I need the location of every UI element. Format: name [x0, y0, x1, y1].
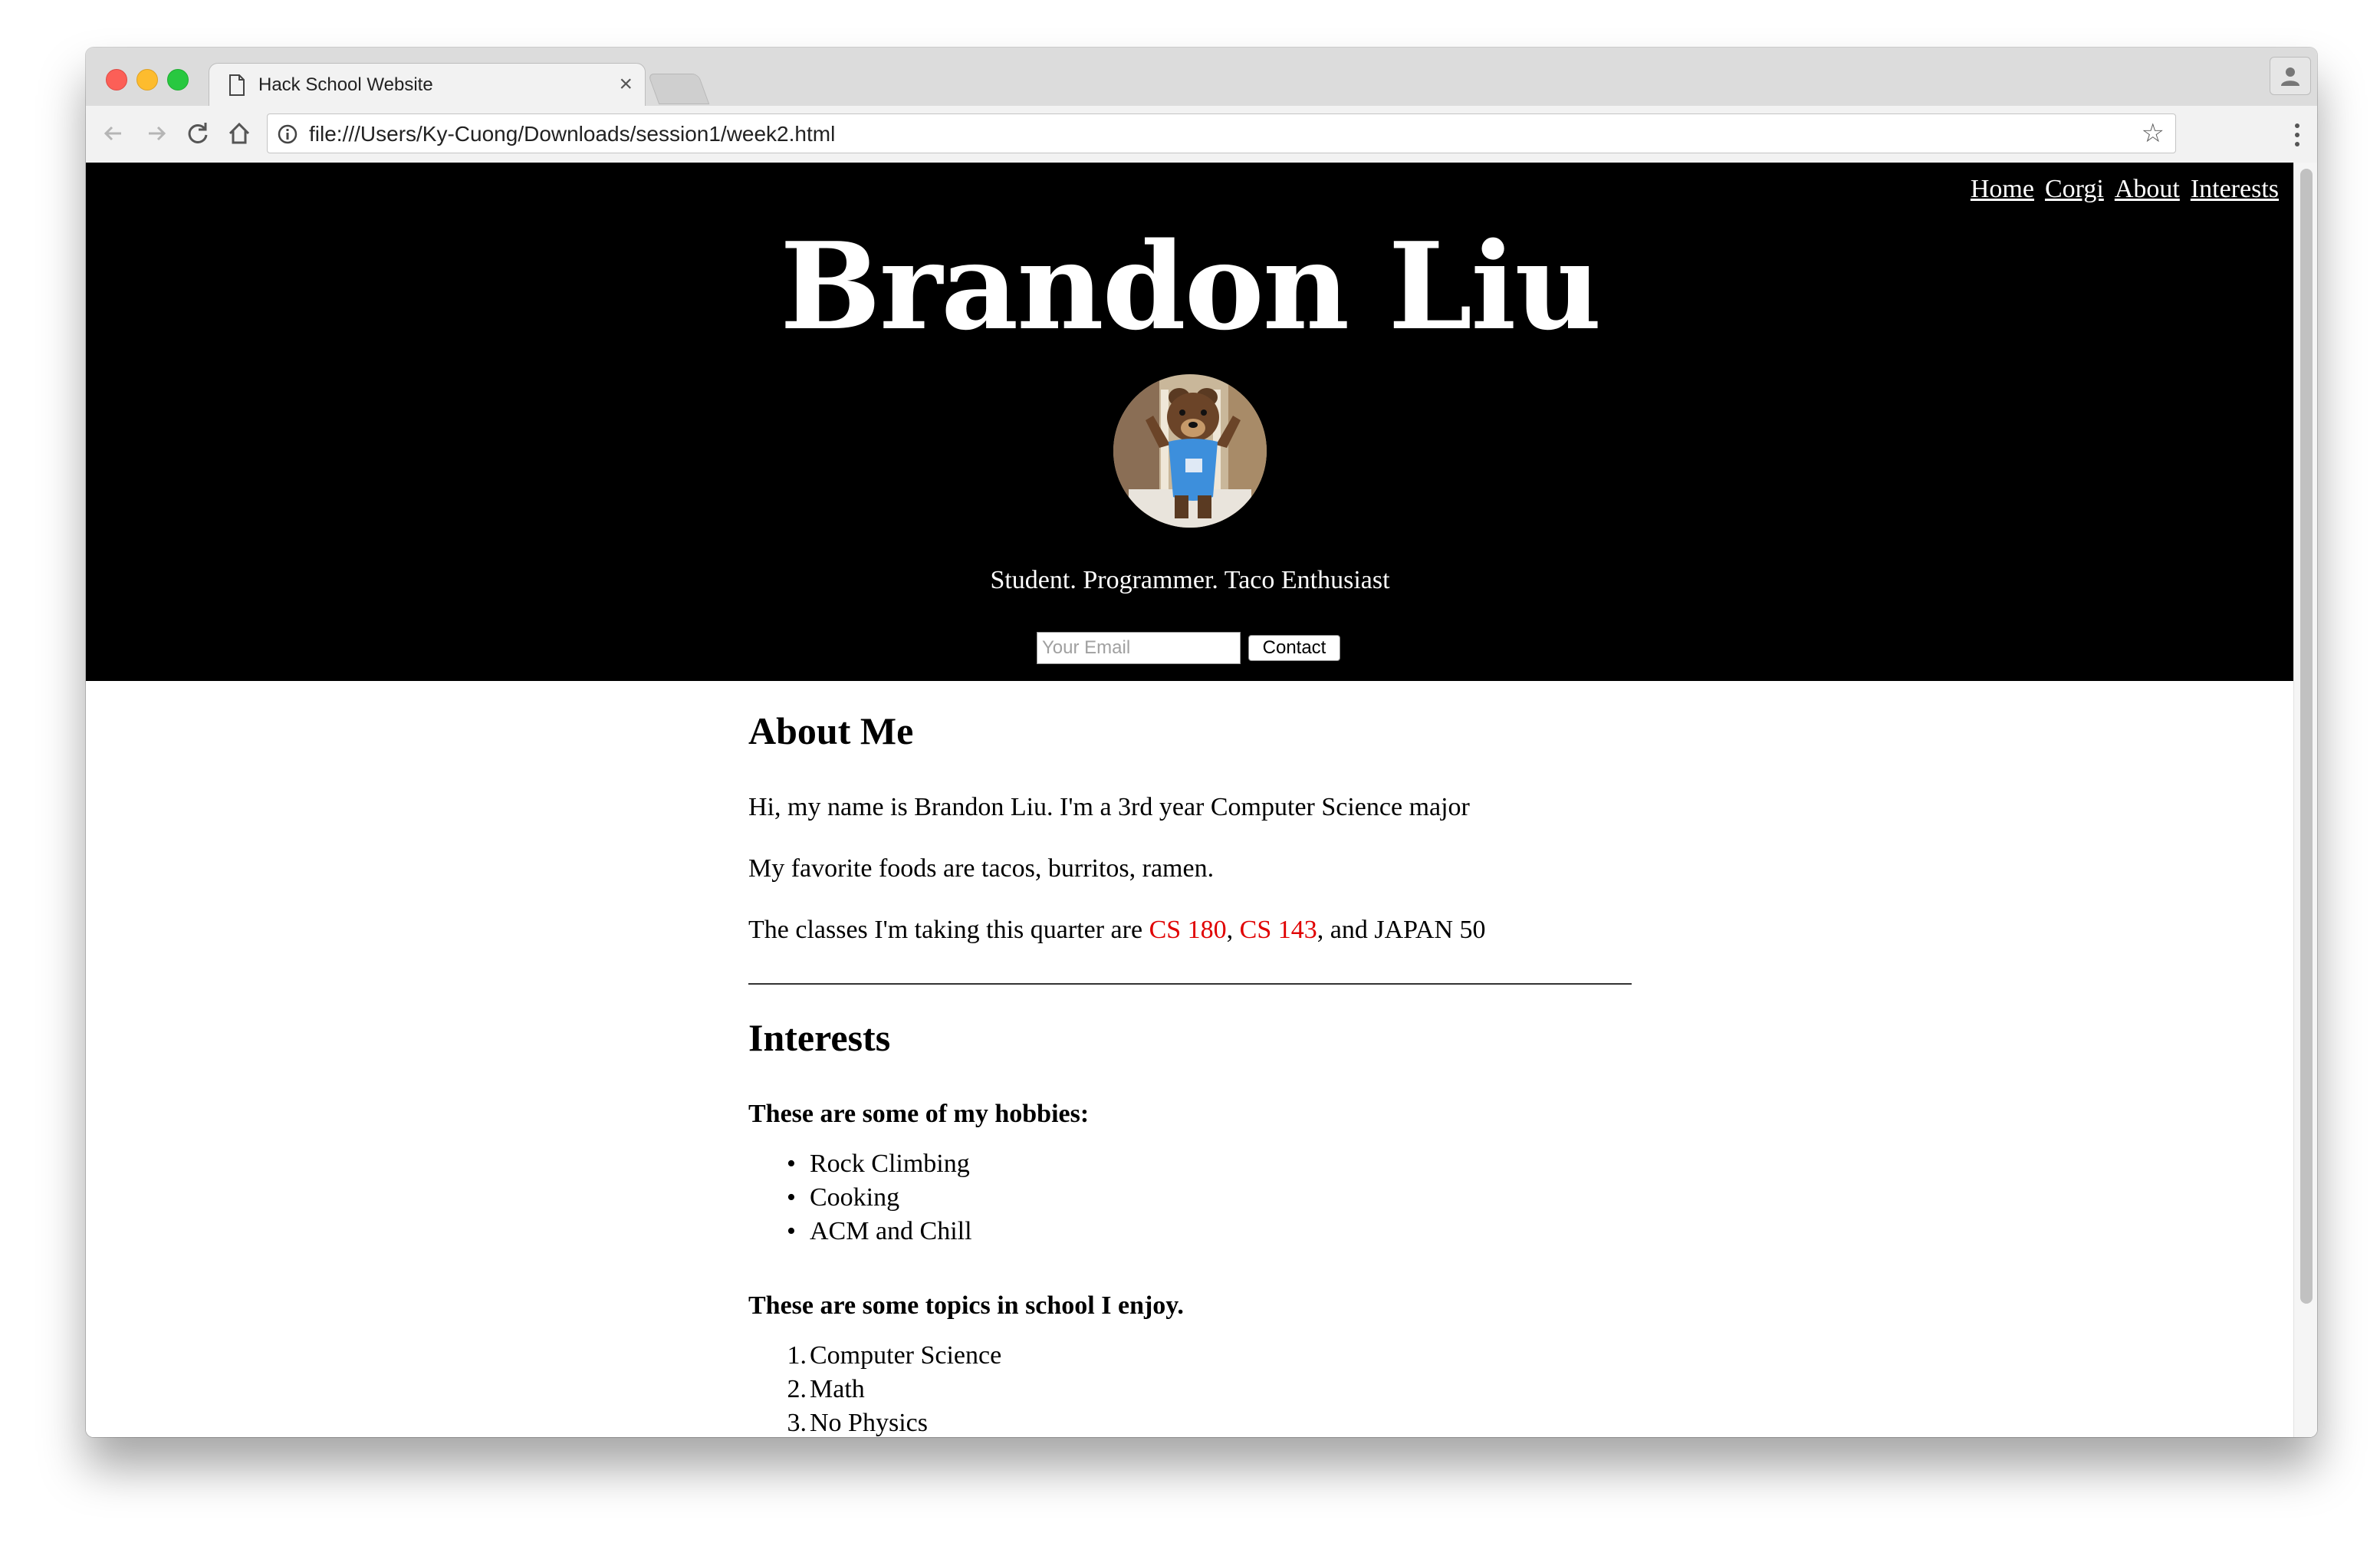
contact-button[interactable]: Contact: [1248, 635, 1340, 661]
nav-interests-link[interactable]: Interests: [2191, 175, 2279, 203]
email-field[interactable]: [1037, 632, 1241, 664]
topic-label: Computer Science: [810, 1341, 1002, 1370]
about-paragraph-intro: Hi, my name is Brandon Liu. I'm a 3rd ye…: [748, 793, 1470, 821]
course-link-cs143[interactable]: CS 143: [1240, 916, 1317, 944]
nav-home-link[interactable]: Home: [1971, 175, 2034, 203]
browser-tab[interactable]: Hack School Website ×: [209, 63, 646, 106]
list-number: 1.: [787, 1341, 807, 1370]
close-window-button[interactable]: [106, 69, 127, 90]
nav-corgi-link[interactable]: Corgi: [2045, 175, 2104, 203]
list-item: 1. Computer Science: [748, 1339, 1002, 1373]
avatar: [1113, 374, 1267, 528]
list-item: 3. No Physics: [748, 1406, 1001, 1437]
maximize-window-button[interactable]: [167, 69, 189, 90]
scrollbar-thumb[interactable]: [2300, 169, 2313, 1304]
list-item: • Cooking: [748, 1181, 972, 1215]
profile-button[interactable]: [2270, 57, 2311, 95]
tab-title: Hack School Website: [258, 74, 433, 95]
browser-window: Hack School Website × file:///Users/Ky-C…: [86, 48, 2317, 1437]
page-title: Brandon Liu: [780, 216, 1602, 357]
about-paragraph-foods: My favorite foods are tacos, burritos, r…: [748, 854, 1215, 883]
list-number: 2.: [787, 1375, 807, 1403]
about-heading: About Me: [748, 709, 914, 752]
topics-intro: These are some topics in school I enjoy.: [748, 1291, 1184, 1320]
hobbies-intro: These are some of my hobbies:: [748, 1100, 1090, 1128]
tagline: Student. Programmer. Taco Enthusiast: [990, 566, 1390, 594]
document-icon: [229, 74, 245, 96]
nav-about-link[interactable]: About: [2115, 175, 2180, 203]
header-hero: Home Corgi About Interests Brandon Liu S…: [86, 163, 2294, 681]
hobby-label: Rock Climbing: [810, 1150, 970, 1178]
hobby-label: ACM and Chill: [810, 1217, 972, 1245]
list-item: 2. Math: [748, 1373, 1001, 1406]
list-number: 3.: [787, 1409, 807, 1437]
list-item: • Rock Climbing: [748, 1147, 972, 1181]
bullet-dot: •: [787, 1150, 796, 1178]
about-paragraph-classes: The classes I'm taking this quarter are …: [748, 916, 1486, 945]
tab-close-icon[interactable]: ×: [619, 71, 633, 97]
list-item: • ACM and Chill: [748, 1215, 972, 1248]
bullet-dot: •: [787, 1217, 796, 1245]
forward-arrow-icon[interactable]: [141, 118, 172, 149]
course-link-cs180[interactable]: CS 180: [1149, 916, 1227, 944]
person-icon: [2281, 67, 2299, 86]
interests-heading: Interests: [748, 1016, 891, 1059]
section-divider: [748, 983, 1632, 985]
bullet-dot: •: [787, 1183, 796, 1212]
classes-text-suffix: , and JAPAN 50: [1317, 916, 1486, 944]
browser-toolbar: file:///Users/Ky-Cuong/Downloads/session…: [86, 106, 2317, 163]
bear-mascot-image: [1113, 374, 1267, 528]
web-page: Home Corgi About Interests Brandon Liu S…: [86, 163, 2294, 1437]
topic-label: No Physics: [810, 1409, 928, 1437]
address-bar[interactable]: file:///Users/Ky-Cuong/Downloads/session…: [267, 113, 2176, 153]
bookmark-star-icon[interactable]: ☆: [2142, 120, 2165, 146]
menu-dots-icon[interactable]: [2294, 121, 2300, 149]
top-nav: Home Corgi About Interests: [1963, 175, 2279, 204]
hobbies-list: • Rock Climbing • Cooking • ACM and Chill: [748, 1147, 972, 1248]
classes-separator: ,: [1226, 916, 1240, 944]
reload-icon[interactable]: [182, 118, 213, 149]
back-arrow-icon[interactable]: [98, 118, 129, 149]
home-icon[interactable]: [224, 118, 255, 149]
tab-strip: Hack School Website ×: [86, 48, 2317, 106]
url-text[interactable]: file:///Users/Ky-Cuong/Downloads/session…: [309, 122, 835, 146]
topics-list: 1. Computer Science 2. Math 3. No Physics: [748, 1339, 1002, 1437]
new-tab-button[interactable]: [647, 74, 710, 104]
info-icon[interactable]: [277, 123, 298, 145]
topic-label: Math: [810, 1375, 865, 1403]
classes-text-prefix: The classes I'm taking this quarter are: [748, 916, 1149, 944]
hobby-label: Cooking: [810, 1183, 900, 1212]
page-viewport: Home Corgi About Interests Brandon Liu S…: [86, 163, 2317, 1437]
vertical-scrollbar[interactable]: [2293, 163, 2317, 1437]
minimize-window-button[interactable]: [136, 69, 158, 90]
